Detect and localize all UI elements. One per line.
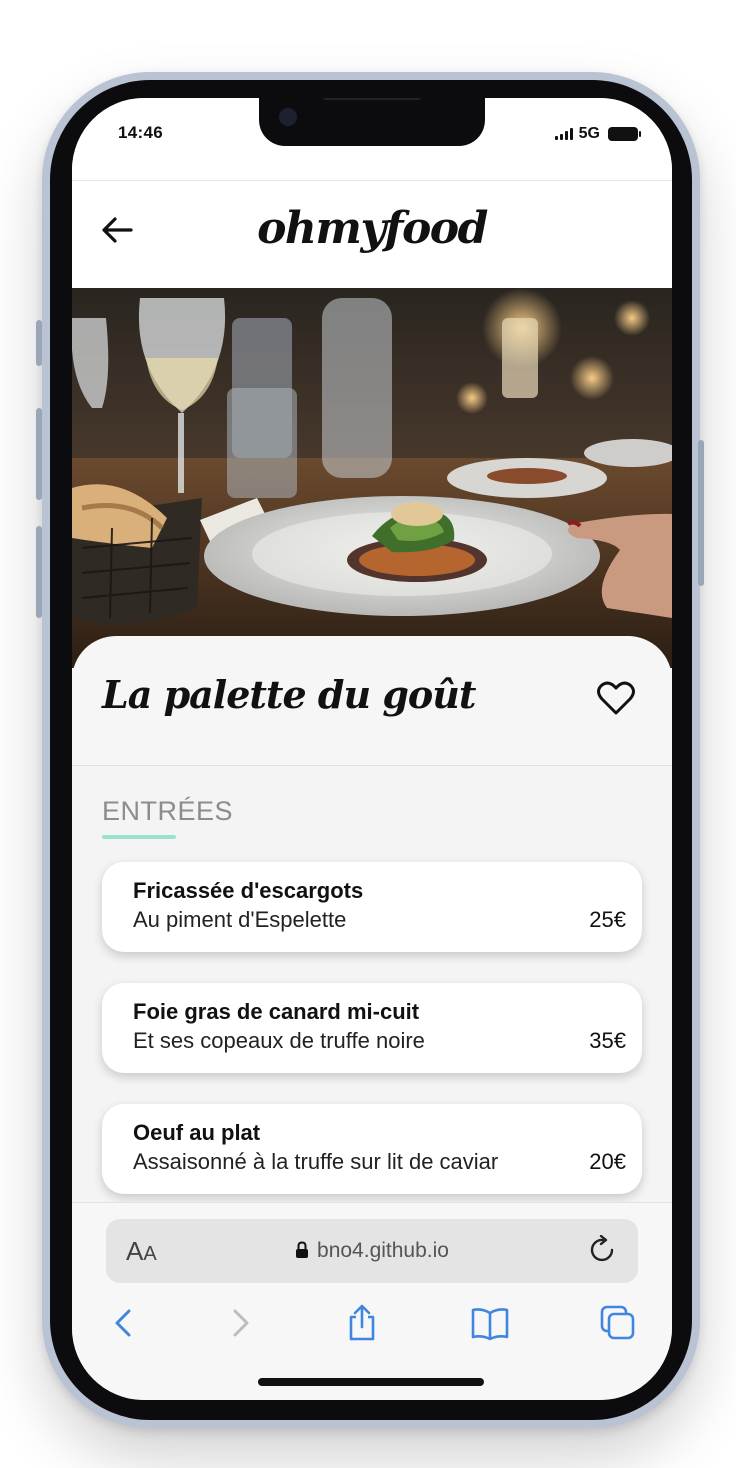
chevron-left-icon[interactable] [104, 1303, 144, 1343]
dish-name: Fricassée d'escargots [133, 878, 364, 903]
address-bar[interactable]: AA bno4.github.io [106, 1219, 638, 1283]
browser-toolbar: AA bno4.github.io [72, 1202, 672, 1400]
signal-icon [554, 128, 573, 140]
url-display[interactable]: bno4.github.io [106, 1239, 638, 1265]
status-bar: 14:46 5G [72, 98, 672, 180]
url-text: bno4.github.io [317, 1239, 449, 1262]
dish-name: Foie gras de canard mi-cuit [133, 999, 420, 1024]
front-camera [279, 108, 297, 126]
lock-icon [295, 1241, 309, 1265]
dish-card[interactable]: Fricassée d'escargots Au piment d'Espele… [102, 862, 642, 952]
restaurant-title-card: La palette du goût [72, 636, 672, 766]
share-icon[interactable] [342, 1303, 382, 1343]
heart-icon[interactable] [596, 680, 636, 716]
restaurant-hero-image [72, 288, 672, 668]
reload-icon[interactable] [588, 1234, 618, 1265]
notch-speaker [322, 98, 422, 100]
mute-switch [36, 320, 42, 366]
section-underline [102, 835, 176, 839]
browser-nav-icons [72, 1303, 672, 1353]
tabs-icon[interactable] [598, 1303, 638, 1343]
dish-price: 35€ [589, 1028, 626, 1053]
network-type: 5G [578, 125, 600, 142]
bookmarks-icon[interactable] [470, 1303, 510, 1343]
home-indicator[interactable] [258, 1378, 484, 1386]
volume-down-button [36, 526, 42, 618]
dish-price: 20€ [589, 1149, 626, 1174]
dish-description: Au piment d'Espelette [133, 907, 347, 932]
notch [259, 98, 485, 146]
battery-icon [608, 127, 641, 141]
power-button [698, 440, 704, 586]
dish-card[interactable]: Oeuf au plat Assaisonné à la truffe sur … [102, 1104, 642, 1194]
volume-up-button [36, 408, 42, 500]
status-indicators: 5G [554, 125, 641, 143]
dish-name: Oeuf au plat [133, 1120, 261, 1145]
phone-screen: 14:46 5G ohmyfood La palette du goût ENT… [72, 98, 672, 1400]
menu-section-title: ENTRÉES [102, 796, 234, 826]
app-logo[interactable]: ohmyfood [72, 203, 672, 254]
chevron-right-icon[interactable] [220, 1303, 260, 1343]
app-header: ohmyfood [72, 180, 672, 288]
dish-price: 25€ [589, 907, 626, 932]
dish-card[interactable]: Foie gras de canard mi-cuit Et ses copea… [102, 983, 642, 1073]
status-time: 14:46 [118, 123, 163, 142]
restaurant-name: La palette du goût [102, 672, 476, 717]
dish-description: Et ses copeaux de truffe noire [133, 1028, 425, 1053]
dish-description: Assaisonné à la truffe sur lit de caviar [133, 1149, 499, 1174]
